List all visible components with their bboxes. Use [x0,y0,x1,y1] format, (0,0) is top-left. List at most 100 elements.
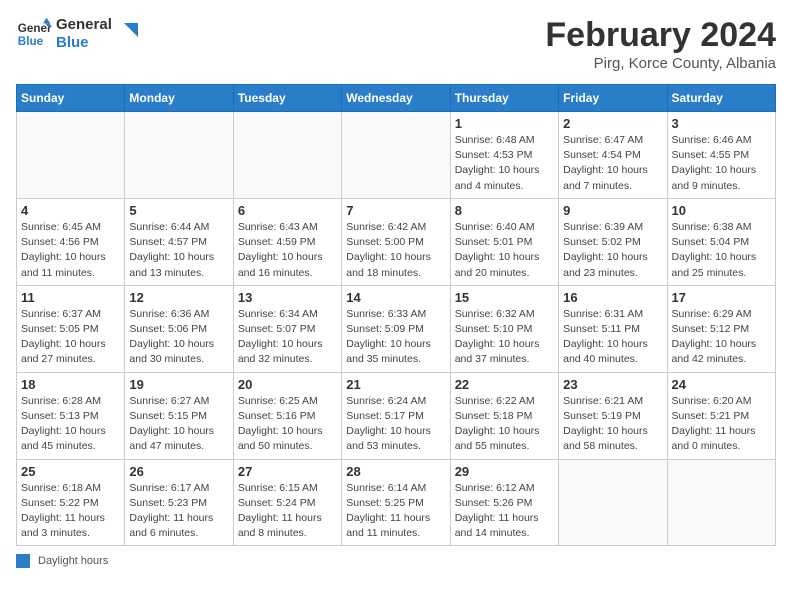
weekday-header-wednesday: Wednesday [342,85,450,112]
day-number: 18 [21,377,120,392]
calendar-cell [233,112,341,199]
day-info: Sunrise: 6:20 AM Sunset: 5:21 PM Dayligh… [672,394,771,455]
day-info: Sunrise: 6:24 AM Sunset: 5:17 PM Dayligh… [346,394,445,455]
day-number: 27 [238,464,337,479]
calendar-cell: 28Sunrise: 6:14 AM Sunset: 5:25 PM Dayli… [342,459,450,546]
day-number: 26 [129,464,228,479]
day-number: 10 [672,203,771,218]
day-info: Sunrise: 6:12 AM Sunset: 5:26 PM Dayligh… [455,481,554,542]
day-info: Sunrise: 6:31 AM Sunset: 5:11 PM Dayligh… [563,307,662,368]
day-info: Sunrise: 6:45 AM Sunset: 4:56 PM Dayligh… [21,220,120,281]
calendar-cell: 13Sunrise: 6:34 AM Sunset: 5:07 PM Dayli… [233,285,341,372]
day-number: 12 [129,290,228,305]
day-number: 17 [672,290,771,305]
calendar-cell: 25 Sunrise: 6:18 AM Sunset: 5:22 PM Dayli… [17,459,125,546]
legend-color-box [16,554,30,568]
calendar-cell [342,112,450,199]
day-info: Sunrise: 6:18 AM Sunset: 5:22 PM Dayligh… [21,481,120,542]
calendar-cell: 17 Sunrise: 6:29 AM Sunset: 5:12 PM Dayli… [667,285,775,372]
weekday-header-thursday: Thursday [450,85,558,112]
page-header: General Blue General Blue February 2024 … [16,16,776,72]
day-number: 9 [563,203,662,218]
calendar-cell: 1 Sunrise: 6:48 AM Sunset: 4:53 PM Daylig… [450,112,558,199]
day-number: 25 [21,464,120,479]
day-number: 5 [129,203,228,218]
logo: General Blue General Blue [16,16,138,52]
day-number: 14 [346,290,445,305]
calendar-cell: 27Sunrise: 6:15 AM Sunset: 5:24 PM Dayli… [233,459,341,546]
day-info: Sunrise: 6:28 AM Sunset: 5:13 PM Dayligh… [21,394,120,455]
calendar-cell: 24Sunrise: 6:20 AM Sunset: 5:21 PM Dayli… [667,372,775,459]
logo-triangle-icon [116,23,138,45]
weekday-header-friday: Friday [559,85,667,112]
day-number: 22 [455,377,554,392]
day-number: 3 [672,116,771,131]
day-info: Sunrise: 6:44 AM Sunset: 4:57 PM Dayligh… [129,220,228,281]
day-number: 1 [455,116,554,131]
calendar-cell: 7Sunrise: 6:42 AM Sunset: 5:00 PM Daylig… [342,198,450,285]
day-number: 19 [129,377,228,392]
logo-icon: General Blue [16,16,52,52]
location: Pirg, Korce County, Albania [545,55,776,72]
logo-general: General [56,16,112,34]
day-number: 2 [563,116,662,131]
day-info: Sunrise: 6:14 AM Sunset: 5:25 PM Dayligh… [346,481,445,542]
day-info: Sunrise: 6:25 AM Sunset: 5:16 PM Dayligh… [238,394,337,455]
calendar-week-row: 18 Sunrise: 6:28 AM Sunset: 5:13 PM Dayli… [17,372,776,459]
calendar-cell: 6 Sunrise: 6:43 AM Sunset: 4:59 PM Daylig… [233,198,341,285]
calendar-cell: 23Sunrise: 6:21 AM Sunset: 5:19 PM Dayli… [559,372,667,459]
day-info: Sunrise: 6:43 AM Sunset: 4:59 PM Dayligh… [238,220,337,281]
calendar-cell: 22 Sunrise: 6:22 AM Sunset: 5:18 PM Dayli… [450,372,558,459]
day-info: Sunrise: 6:33 AM Sunset: 5:09 PM Dayligh… [346,307,445,368]
day-number: 6 [238,203,337,218]
day-info: Sunrise: 6:27 AM Sunset: 5:15 PM Dayligh… [129,394,228,455]
day-number: 21 [346,377,445,392]
day-info: Sunrise: 6:46 AM Sunset: 4:55 PM Dayligh… [672,133,771,194]
day-number: 4 [21,203,120,218]
calendar-cell: 18 Sunrise: 6:28 AM Sunset: 5:13 PM Dayli… [17,372,125,459]
calendar-cell: 26Sunrise: 6:17 AM Sunset: 5:23 PM Dayli… [125,459,233,546]
day-info: Sunrise: 6:29 AM Sunset: 5:12 PM Dayligh… [672,307,771,368]
calendar-table: SundayMondayTuesdayWednesdayThursdayFrid… [16,84,776,546]
weekday-header-sunday: Sunday [17,85,125,112]
calendar-cell [667,459,775,546]
day-number: 15 [455,290,554,305]
day-number: 20 [238,377,337,392]
calendar-cell: 14 Sunrise: 6:33 AM Sunset: 5:09 PM Dayli… [342,285,450,372]
title-block: February 2024 Pirg, Korce County, Albani… [545,16,776,72]
day-number: 16 [563,290,662,305]
calendar-cell: 29 Sunrise: 6:12 AM Sunset: 5:26 PM Dayli… [450,459,558,546]
day-number: 11 [21,290,120,305]
calendar-cell: 11Sunrise: 6:37 AM Sunset: 5:05 PM Dayli… [17,285,125,372]
legend-label: Daylight hours [38,555,108,567]
calendar-cell: 16 Sunrise: 6:31 AM Sunset: 5:11 PM Dayli… [559,285,667,372]
calendar-cell: 12Sunrise: 6:36 AM Sunset: 5:06 PM Dayli… [125,285,233,372]
calendar-cell [17,112,125,199]
day-number: 29 [455,464,554,479]
month-title: February 2024 [545,16,776,55]
calendar-cell: 4 Sunrise: 6:45 AM Sunset: 4:56 PM Daylig… [17,198,125,285]
weekday-header-saturday: Saturday [667,85,775,112]
calendar-cell: 15Sunrise: 6:32 AM Sunset: 5:10 PM Dayli… [450,285,558,372]
calendar-footer: Daylight hours [16,554,776,568]
calendar-cell: 21 Sunrise: 6:24 AM Sunset: 5:17 PM Dayli… [342,372,450,459]
calendar-cell [125,112,233,199]
calendar-week-row: 1 Sunrise: 6:48 AM Sunset: 4:53 PM Daylig… [17,112,776,199]
day-info: Sunrise: 6:38 AM Sunset: 5:04 PM Dayligh… [672,220,771,281]
day-info: Sunrise: 6:40 AM Sunset: 5:01 PM Dayligh… [455,220,554,281]
calendar-cell [559,459,667,546]
calendar-week-row: 4 Sunrise: 6:45 AM Sunset: 4:56 PM Daylig… [17,198,776,285]
day-number: 13 [238,290,337,305]
day-number: 23 [563,377,662,392]
calendar-cell: 8 Sunrise: 6:40 AM Sunset: 5:01 PM Daylig… [450,198,558,285]
calendar-cell: 10 Sunrise: 6:38 AM Sunset: 5:04 PM Dayli… [667,198,775,285]
day-info: Sunrise: 6:22 AM Sunset: 5:18 PM Dayligh… [455,394,554,455]
weekday-header-row: SundayMondayTuesdayWednesdayThursdayFrid… [17,85,776,112]
svg-text:Blue: Blue [18,35,44,48]
logo-blue: Blue [56,34,112,52]
day-number: 8 [455,203,554,218]
calendar-cell: 2Sunrise: 6:47 AM Sunset: 4:54 PM Daylig… [559,112,667,199]
weekday-header-tuesday: Tuesday [233,85,341,112]
calendar-cell: 20 Sunrise: 6:25 AM Sunset: 5:16 PM Dayli… [233,372,341,459]
day-info: Sunrise: 6:48 AM Sunset: 4:53 PM Dayligh… [455,133,554,194]
